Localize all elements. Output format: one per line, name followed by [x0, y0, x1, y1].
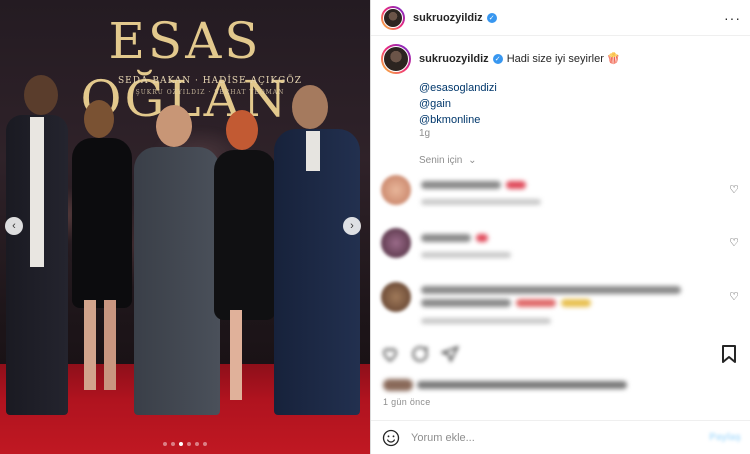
likes-text-blurred — [417, 381, 627, 389]
person-1 — [0, 75, 70, 415]
post-comment-button[interactable]: Paylaş — [709, 432, 741, 443]
commenter-avatar[interactable] — [381, 175, 411, 205]
carousel-dot — [203, 442, 207, 446]
caption-line: sukruozyildiz ✓ Hadi size iyi seyirler 🍿 — [419, 52, 621, 65]
comment-item: ♡ — [381, 228, 741, 272]
carousel-dot — [171, 442, 175, 446]
add-comment-bar: Paylaş — [371, 420, 750, 454]
comment-item: ♡ — [381, 175, 741, 219]
commenter-avatar[interactable] — [381, 228, 411, 258]
author-avatar[interactable] — [381, 5, 405, 30]
comment-text-blurred — [421, 181, 501, 189]
caption-tags: @esasoglandizi @gain @bkmonline — [419, 80, 497, 128]
post-header: sukruozyildiz ✓ ··· — [371, 0, 750, 36]
previous-image-button[interactable]: ‹ — [5, 217, 23, 235]
like-comment-icon[interactable]: ♡ — [729, 290, 739, 303]
save-button[interactable] — [721, 345, 737, 368]
next-image-button[interactable]: › — [343, 217, 361, 235]
like-button[interactable] — [381, 345, 399, 363]
post-actions-bar — [381, 345, 741, 367]
commenter-avatar[interactable] — [381, 282, 411, 312]
like-comment-icon[interactable]: ♡ — [729, 183, 739, 196]
tag-link[interactable]: @bkmonline — [419, 112, 497, 128]
comment-sort-dropdown[interactable]: Senin için ⌄ — [419, 155, 477, 166]
share-button[interactable] — [440, 345, 459, 363]
comment-meta-blurred — [421, 199, 541, 205]
post-image[interactable]: ESAS OĞLAN SEDA BAKAN · HADİSE AÇIKGÖZ Ş… — [0, 0, 370, 454]
chevron-left-icon: ‹ — [12, 220, 16, 232]
emoji-icon[interactable] — [381, 428, 401, 448]
carousel-dot — [163, 442, 167, 446]
carousel-indicator — [0, 442, 370, 446]
chevron-down-icon: ⌄ — [468, 155, 477, 166]
chevron-right-icon: › — [350, 220, 354, 232]
comment-input[interactable] — [411, 431, 710, 444]
person-5 — [270, 85, 365, 415]
bookmark-icon — [722, 345, 736, 363]
likes-summary[interactable] — [381, 375, 741, 395]
tag-link[interactable]: @gain — [419, 96, 497, 112]
heart-icon — [383, 348, 397, 362]
post-date: 1 gün önce — [383, 397, 431, 407]
comment-meta-blurred — [421, 318, 551, 324]
verified-badge-icon: ✓ — [492, 54, 503, 65]
person-2 — [62, 100, 137, 400]
caption-username[interactable]: sukruozyildiz — [419, 53, 489, 65]
caption-timestamp: 1g — [419, 128, 431, 139]
carousel-dot — [195, 442, 199, 446]
carousel-dot — [179, 442, 183, 446]
send-icon — [440, 345, 459, 363]
more-options-icon[interactable]: ··· — [724, 10, 741, 26]
verified-badge-icon: ✓ — [486, 12, 497, 23]
caption-text: Hadi size iyi seyirler 🍿 — [506, 53, 621, 65]
comment-item: ♡ — [381, 282, 741, 334]
comment-meta-blurred — [421, 252, 511, 258]
liker-avatars-blurred — [383, 379, 413, 391]
caption-author-avatar[interactable] — [381, 44, 411, 74]
comment-button[interactable] — [411, 345, 429, 363]
author-username[interactable]: sukruozyildiz — [413, 12, 483, 24]
post-details-panel: sukruozyildiz ✓ ··· sukruozyildiz ✓ Hadi s… — [370, 0, 750, 454]
post-dialog: ESAS OĞLAN SEDA BAKAN · HADİSE AÇIKGÖZ Ş… — [0, 0, 750, 454]
carousel-dot — [187, 442, 191, 446]
sort-label: Senin için — [419, 155, 463, 166]
comment-text-blurred — [421, 234, 471, 242]
comment-icon — [412, 346, 428, 362]
comment-text-blurred — [421, 286, 681, 294]
like-comment-icon[interactable]: ♡ — [729, 236, 739, 249]
tag-link[interactable]: @esasoglandizi — [419, 80, 497, 96]
